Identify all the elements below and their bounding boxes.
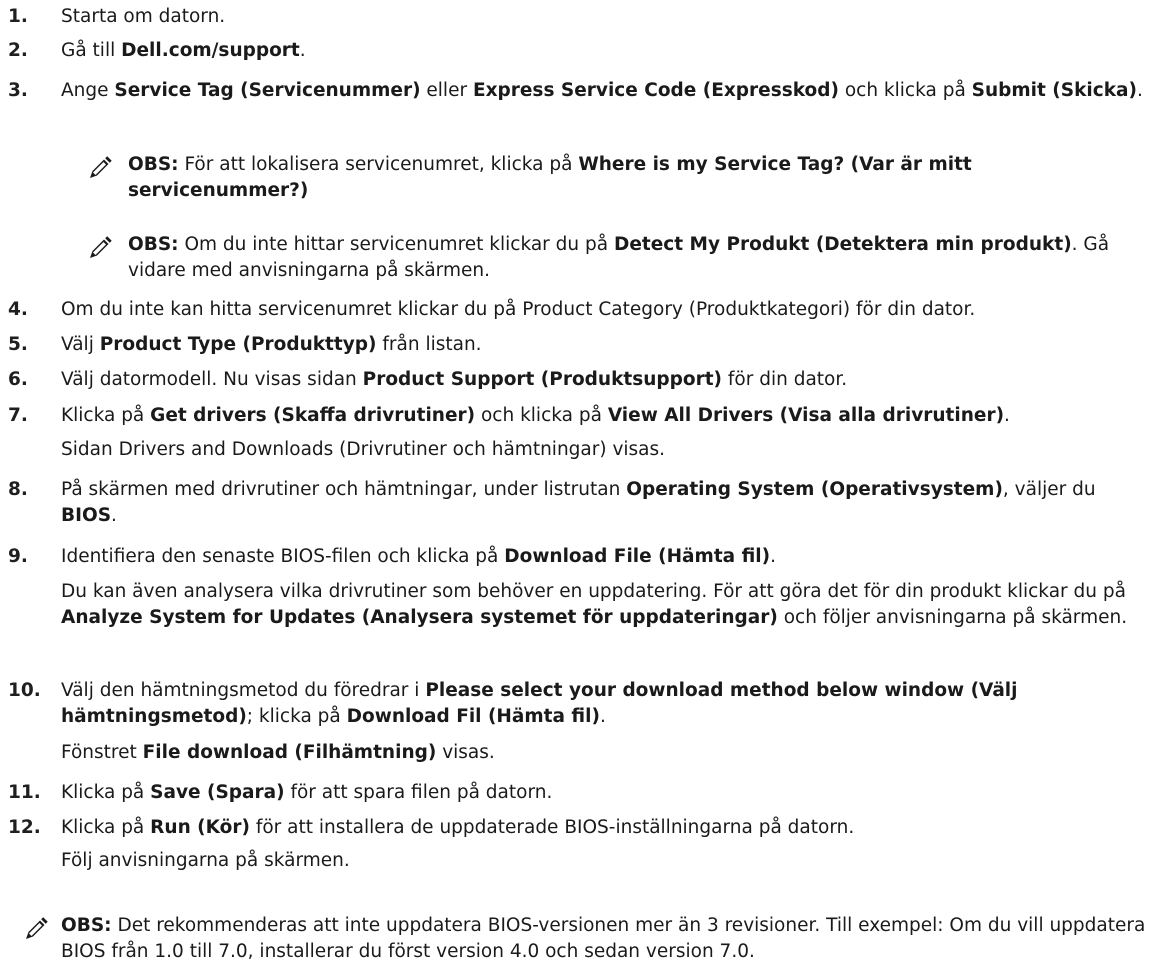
text-run: Starta om datorn. [61,6,226,27]
text-run: Gå till [61,40,122,61]
step-number: 4. [8,299,28,320]
text-run: för att installera de uppdaterade BIOS-i… [249,817,855,838]
bold-text: Express Service Code (Expresskod) [472,80,839,101]
text-run: Välj den hämtningsmetod du föredrar i [61,680,426,701]
step-number: 5. [8,334,28,355]
text-run: Ange [61,80,115,101]
text-run: visas. [436,742,495,763]
bold-text: Dell.com/support [121,40,300,61]
bold-text: Operating System (Operativsystem) [626,479,1003,500]
bold-text: Run (Kör) [150,817,250,838]
step-number: 10. [8,680,41,701]
text-run: Identifiera den senaste BIOS-filen och k… [61,546,505,567]
text-run: Om du inte hittar servicenumret klickar … [178,234,614,255]
step-7-result: Sidan Drivers and Downloads (Drivrutiner… [61,437,1149,463]
bold-text: File download (Filhämtning) [142,742,437,763]
step-number: 6. [8,369,28,390]
bold-text: Product Support (Produktsupport) [362,369,723,390]
note-text: OBS: Det rekommenderas att inte uppdater… [61,913,1149,965]
step-number: 12. [8,817,41,838]
bold-text: OBS: [128,154,179,175]
step-text: Klicka på Get drivers (Skaffa drivrutine… [61,403,1149,429]
text-run: Följ anvisningarna på skärmen. [61,850,350,871]
bold-text: OBS: [128,234,179,255]
note-pencil-icon [24,917,48,941]
step-text: På skärmen med drivrutiner och hämtninga… [61,477,1149,529]
step-10-result: Fönstret File download (Filhämtning) vis… [61,740,1149,766]
text-run: På skärmen med drivrutiner och hämtninga… [61,479,627,500]
bold-text: Submit (Skicka) [971,80,1137,101]
text-run: och klicka på [475,405,608,426]
text-run: ; klicka på [246,706,347,727]
bold-text: Download Fil (Hämta fil) [346,706,600,727]
bold-text: Download File (Hämta fil) [504,546,771,567]
text-run: eller [420,80,473,101]
text-run: , väljer du [1002,479,1096,500]
text-run: för din dator. [722,369,848,390]
step-number: 1. [8,6,28,27]
bold-text: BIOS [61,505,112,526]
text-run: och följer anvisningarna på skärmen. [777,607,1128,628]
step-text: Gå till Dell.com/support. [61,38,1149,64]
step-number: 11. [8,782,41,803]
text-run: Om du inte kan hitta servicenumret klick… [61,299,976,320]
text-run: Du kan även analysera vilka drivrutiner … [61,581,1126,602]
step-text: Välj datormodell. Nu visas sidan Product… [61,367,1149,393]
text-run: Det rekommenderas att inte uppdatera BIO… [61,915,1146,962]
step-text: Starta om datorn. [61,4,1149,30]
step-text: Välj Product Type (Produkttyp) från list… [61,332,1149,358]
step-number: 7. [8,405,28,426]
text-run: Klicka på [61,405,151,426]
step-12-result: Följ anvisningarna på skärmen. [61,848,1149,874]
step-text: Välj den hämtningsmetod du föredrar i Pl… [61,678,1149,730]
bold-text: Product Type (Produkttyp) [99,334,377,355]
step-9-info: Du kan även analysera vilka drivrutiner … [61,579,1149,631]
note-text: OBS: Om du inte hittar servicenumret kli… [128,232,1149,284]
text-run: Klicka på [61,782,151,803]
text-run: . [599,706,606,727]
step-text: Identifiera den senaste BIOS-filen och k… [61,544,1149,570]
note-pencil-icon [88,236,112,260]
step-number: 9. [8,546,28,567]
text-run: . [1136,80,1143,101]
bold-text: Get drivers (Skaffa drivrutiner) [150,405,476,426]
step-text: Klicka på Run (Kör) för att installera d… [61,815,1149,841]
step-number: 2. [8,40,28,61]
bold-text: Service Tag (Servicenummer) [114,80,421,101]
text-run: . [770,546,776,567]
text-run: från listan. [376,334,482,355]
text-run: Sidan Drivers and Downloads (Drivrutiner… [61,439,666,460]
step-number: 8. [8,479,28,500]
step-number: 3. [8,80,28,101]
text-run: Fönstret [61,742,143,763]
note-pencil-icon [88,156,112,180]
text-run: och klicka på [838,80,972,101]
text-run: . [299,40,306,61]
step-text: Ange Service Tag (Servicenummer) eller E… [61,78,1149,104]
step-text: Klicka på Save (Spara) för att spara fil… [61,780,1149,806]
text-run: . [111,505,117,526]
bold-text: Detect My Produkt (Detektera min produkt… [613,234,1072,255]
text-run: . [1004,405,1010,426]
bold-text: View All Drivers (Visa alla drivrutiner) [607,405,1005,426]
text-run: För att lokalisera servicenumret, klicka… [178,154,579,175]
text-run: Välj [61,334,100,355]
step-text: Om du inte kan hitta servicenumret klick… [61,297,1149,323]
text-run: Välj datormodell. Nu visas sidan [61,369,363,390]
text-run: Klicka på [61,817,151,838]
text-run: för att spara filen på datorn. [284,782,553,803]
bold-text: Save (Spara) [150,782,285,803]
bold-text: Analyze System for Updates (Analysera sy… [61,607,778,628]
bold-text: OBS: [61,915,112,936]
note-text: OBS: För att lokalisera servicenumret, k… [128,152,1149,204]
